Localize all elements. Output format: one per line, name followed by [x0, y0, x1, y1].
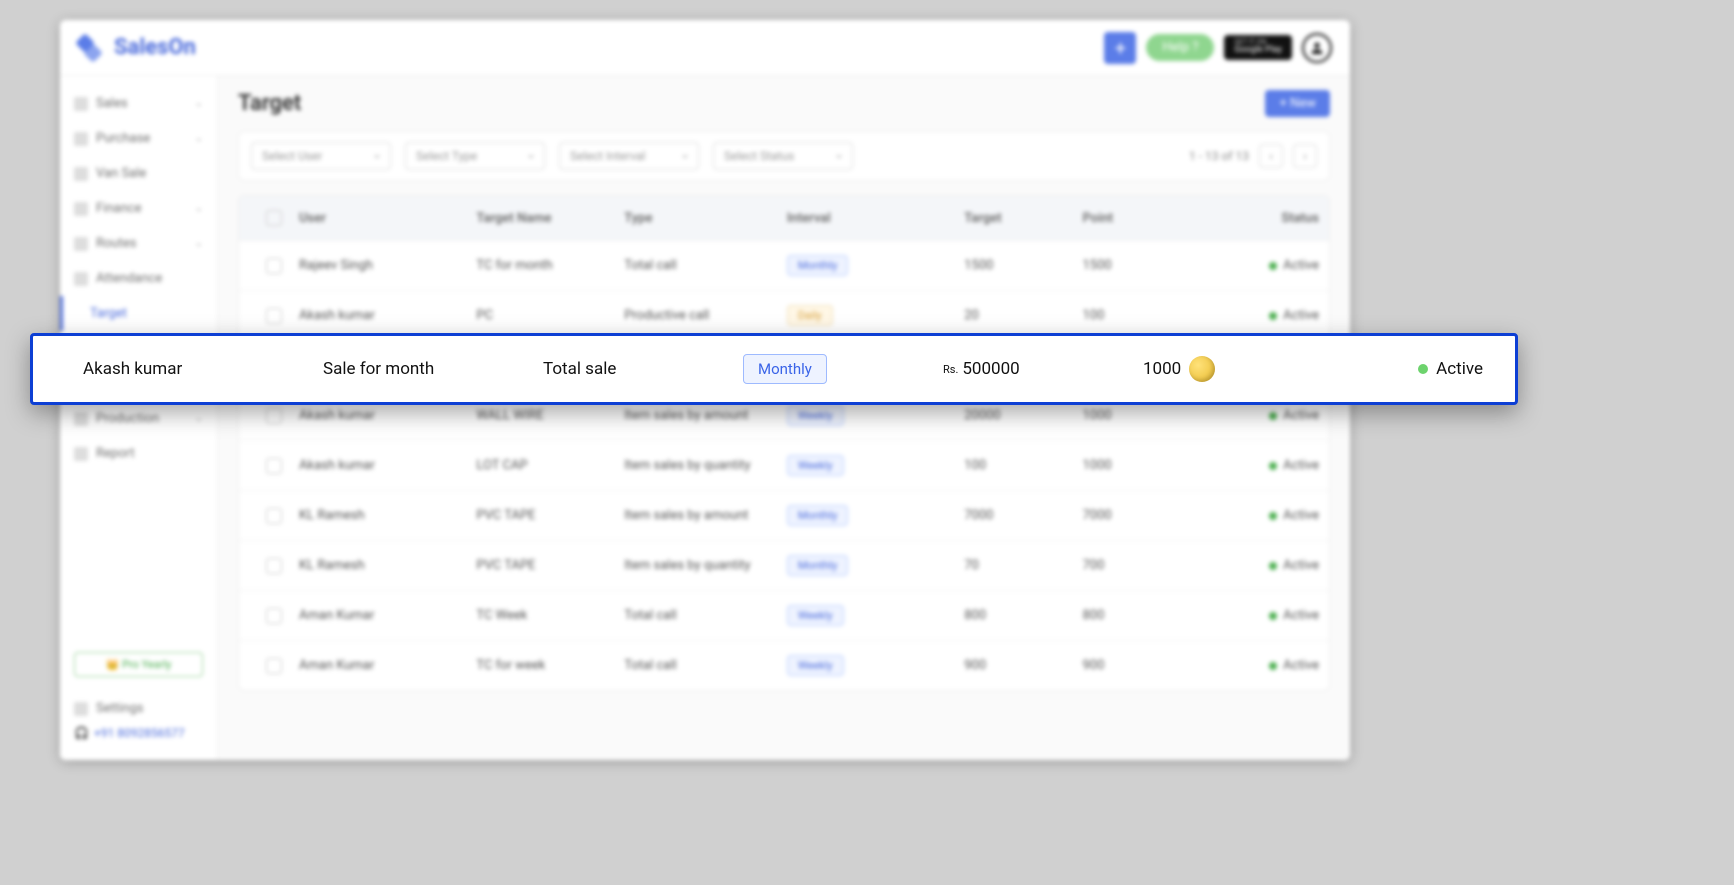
row-checkbox[interactable] — [266, 608, 282, 624]
chevron-down-icon: ⌄ — [195, 413, 203, 424]
hl-target-name: Sale for month — [323, 359, 543, 379]
gear-icon — [74, 702, 88, 716]
status-dot-icon — [1269, 512, 1277, 520]
sidebar-item-report[interactable]: Report — [60, 436, 217, 471]
filter-user-select[interactable]: Select User — [251, 142, 391, 170]
status-dot-icon — [1269, 462, 1277, 470]
col-user: User — [299, 211, 476, 226]
highlighted-target-row[interactable]: Akash kumar Sale for month Total sale Mo… — [30, 333, 1518, 405]
hl-status: Active — [1343, 359, 1483, 379]
filter-interval-select[interactable]: Select Interval — [559, 142, 699, 170]
nav-icon — [74, 412, 88, 426]
help-button[interactable]: Help ? — [1146, 34, 1214, 61]
table-row[interactable]: Akash kumarLOT CAPItem sales by quantity… — [239, 440, 1329, 490]
col-target: Target — [964, 211, 1082, 226]
status-dot-icon — [1269, 612, 1277, 620]
col-type: Type — [624, 211, 787, 226]
filter-bar: Select User Select Type Select Interval … — [238, 131, 1330, 181]
status-dot-icon — [1269, 562, 1277, 570]
col-point: Point — [1082, 211, 1200, 226]
interval-badge: Weekly — [787, 605, 844, 626]
sidebar-item-attendance[interactable]: Attendance — [60, 261, 217, 296]
main-content: Target + New Select User Select Type Sel… — [218, 76, 1350, 760]
nav-icon — [74, 97, 88, 111]
hl-point: 1000 — [1143, 356, 1343, 382]
col-interval: Interval — [787, 211, 964, 226]
interval-badge: Monthly — [787, 505, 849, 526]
chevron-down-icon: ⌄ — [195, 238, 203, 249]
nav-icon — [74, 272, 88, 286]
prev-page-button[interactable]: ‹ — [1259, 144, 1283, 168]
brand-logo-icon — [78, 34, 106, 62]
nav-icon — [74, 447, 88, 461]
chevron-down-icon: ⌄ — [195, 133, 203, 144]
col-status: Status — [1201, 211, 1319, 226]
page-title: Target — [238, 91, 301, 116]
row-checkbox[interactable] — [266, 558, 282, 574]
col-target-name: Target Name — [476, 211, 624, 226]
nav-icon — [74, 132, 88, 146]
interval-badge: Weekly — [787, 405, 844, 426]
chevron-down-icon: ⌄ — [195, 203, 203, 214]
table-row[interactable]: Rajeev SinghTC for monthTotal callMonthl… — [239, 240, 1329, 290]
row-checkbox[interactable] — [266, 658, 282, 674]
interval-badge: Weekly — [787, 655, 844, 676]
google-play-button[interactable]: GET IT ON Google Play — [1224, 35, 1292, 61]
interval-badge: Monthly — [787, 255, 849, 276]
interval-badge: Daily — [787, 305, 833, 326]
nav-icon — [74, 202, 88, 216]
table-row[interactable]: KL RameshPVC TAPEItem sales by quantityM… — [239, 540, 1329, 590]
hl-interval: Monthly — [743, 354, 943, 384]
interval-badge: Weekly — [787, 455, 844, 476]
nav-icon — [74, 167, 88, 181]
sidebar-item-purchase[interactable]: Purchase⌄ — [60, 121, 217, 156]
pro-yearly-badge[interactable]: 👑 Pro Yearly — [74, 652, 203, 677]
status-dot-icon — [1418, 364, 1428, 374]
page-info: 1 - 13 of 13 — [1189, 149, 1249, 163]
row-checkbox[interactable] — [266, 308, 282, 324]
coin-icon — [1189, 356, 1215, 382]
sidebar: Sales⌄Purchase⌄Van SaleFinance⌄Routes⌄At… — [60, 76, 218, 760]
support-phone[interactable]: 🎧 +91 8092856577 — [74, 726, 203, 740]
targets-table: User Target Name Type Interval Target Po… — [238, 195, 1330, 691]
sidebar-item-van-sale[interactable]: Van Sale — [60, 156, 217, 191]
sidebar-item-sales[interactable]: Sales⌄ — [60, 86, 217, 121]
filter-type-select[interactable]: Select Type — [405, 142, 545, 170]
interval-badge: Monthly — [787, 555, 849, 576]
table-row[interactable]: Aman KumarTC for weekTotal callWeekly900… — [239, 640, 1329, 690]
sidebar-item-production[interactable]: Production⌄ — [60, 401, 217, 436]
hl-type: Total sale — [543, 359, 743, 379]
brand-name: SalesOn — [114, 35, 196, 60]
filter-status-select[interactable]: Select Status — [713, 142, 853, 170]
table-row[interactable]: KL RameshPVC TAPEItem sales by amountMon… — [239, 490, 1329, 540]
sidebar-item-routes[interactable]: Routes⌄ — [60, 226, 217, 261]
table-row[interactable]: Aman KumarTC WeekTotal callWeekly800800A… — [239, 590, 1329, 640]
select-all-checkbox[interactable] — [266, 210, 282, 226]
topbar: SalesOn + Help ? GET IT ON Google Play — [60, 20, 1350, 76]
table-header: User Target Name Type Interval Target Po… — [239, 196, 1329, 240]
new-target-button[interactable]: + New — [1265, 90, 1330, 117]
status-dot-icon — [1269, 312, 1277, 320]
row-checkbox[interactable] — [266, 408, 282, 424]
hl-user: Akash kumar — [83, 359, 323, 379]
headset-icon: 🎧 — [74, 726, 89, 740]
brand: SalesOn — [78, 34, 196, 62]
sidebar-item-finance[interactable]: Finance⌄ — [60, 191, 217, 226]
chevron-down-icon: ⌄ — [195, 98, 203, 109]
user-avatar-icon[interactable] — [1302, 33, 1332, 63]
row-checkbox[interactable] — [266, 458, 282, 474]
hl-target-value: Rs.500000 — [943, 359, 1143, 379]
add-button[interactable]: + — [1104, 32, 1136, 64]
status-dot-icon — [1269, 412, 1277, 420]
status-dot-icon — [1269, 662, 1277, 670]
row-checkbox[interactable] — [266, 508, 282, 524]
next-page-button[interactable]: › — [1293, 144, 1317, 168]
row-checkbox[interactable] — [266, 258, 282, 274]
status-dot-icon — [1269, 262, 1277, 270]
sidebar-item-settings[interactable]: Settings — [74, 691, 203, 726]
nav-icon — [74, 237, 88, 251]
interval-badge: Monthly — [743, 354, 827, 384]
sidebar-item-target[interactable]: Target — [60, 296, 217, 331]
